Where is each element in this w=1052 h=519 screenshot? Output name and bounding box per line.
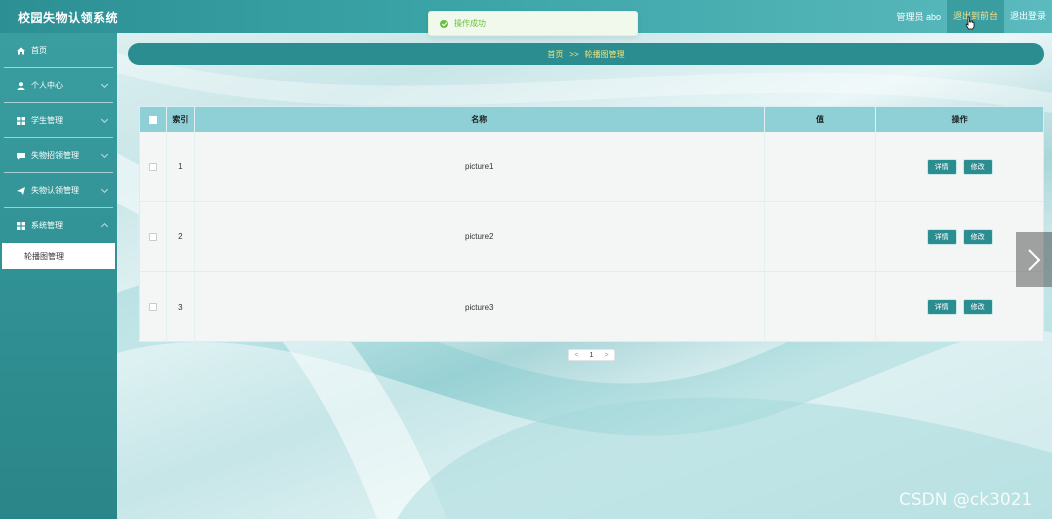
row-checkbox[interactable]: [148, 162, 157, 171]
header-index: 索引: [167, 107, 195, 132]
header-value: 值: [765, 107, 877, 132]
pagination: < 1 >: [568, 349, 615, 361]
edit-button[interactable]: 修改: [962, 228, 993, 245]
page-number[interactable]: 1: [584, 350, 599, 360]
table-header: 索引 名称 值 操作: [140, 107, 1043, 132]
sidebar-item-label: 失物招领管理: [31, 151, 79, 160]
sidebar-subitem-carousel-management[interactable]: 轮播图管理: [2, 243, 115, 269]
breadcrumb: 首页 >> 轮播图管理: [128, 43, 1044, 65]
next-page-button[interactable]: >: [599, 350, 614, 360]
breadcrumb-home[interactable]: 首页: [547, 49, 563, 60]
row-value: [765, 202, 877, 271]
grid-icon: [17, 221, 25, 230]
watermark: CSDN @ck3021: [899, 490, 1033, 510]
row-index: 3: [167, 272, 195, 342]
table-row: 1 picture1 详情 修改: [140, 132, 1043, 202]
header-name: 名称: [195, 107, 765, 132]
send-icon: [17, 186, 25, 195]
success-toast: 操作成功: [428, 11, 638, 36]
sidebar-item-student-management[interactable]: 学生管理: [0, 103, 117, 138]
row-checkbox[interactable]: [148, 232, 157, 241]
sidebar-item-lost-found-management[interactable]: 失物招领管理: [0, 138, 117, 173]
scroll-right-button[interactable]: [1016, 232, 1052, 287]
grid-icon: [17, 116, 25, 125]
table-row: 2 picture2 详情 修改: [140, 202, 1043, 272]
sidebar-item-home[interactable]: 首页: [0, 33, 117, 68]
row-index: 2: [167, 202, 195, 271]
table-row: 3 picture3 详情 修改: [140, 272, 1043, 342]
detail-button[interactable]: 详情: [926, 158, 957, 175]
chevron-down-icon: [100, 115, 109, 124]
row-checkbox[interactable]: [148, 303, 157, 311]
breadcrumb-current: 轮播图管理: [584, 49, 625, 59]
chevron-down-icon: [100, 185, 109, 194]
sidebar-item-label: 个人中心: [31, 81, 63, 90]
row-name: picture1: [195, 132, 765, 201]
app-title: 校园失物认领系统: [18, 11, 119, 25]
row-name: picture2: [195, 202, 765, 271]
breadcrumb-separator: >>: [569, 49, 579, 59]
chevron-down-icon: [100, 80, 109, 89]
detail-button[interactable]: 详情: [926, 228, 957, 245]
row-checkbox-cell: [140, 202, 167, 271]
prev-page-button[interactable]: <: [569, 350, 584, 360]
row-checkbox-cell: [140, 132, 167, 201]
detail-button[interactable]: 详情: [926, 299, 957, 315]
sidebar-item-label: 首页: [31, 46, 47, 55]
row-index: 1: [167, 132, 195, 201]
toast-message: 操作成功: [454, 19, 486, 28]
sidebar-item-system-management[interactable]: 系统管理: [0, 208, 117, 243]
row-checkbox-cell: [140, 272, 167, 342]
home-icon: [17, 47, 25, 55]
sidebar-item-personal-center[interactable]: 个人中心: [0, 68, 117, 103]
success-check-icon: [440, 19, 448, 28]
header-ops: 操作: [951, 115, 968, 124]
chevron-up-icon: [100, 222, 109, 231]
row-ops: 详情 修改: [876, 132, 1043, 201]
sidebar-item-label: 失物认领管理: [31, 186, 79, 195]
edit-button[interactable]: 修改: [962, 299, 993, 315]
edit-button[interactable]: 修改: [962, 158, 993, 175]
logout-link[interactable]: 退出登录: [1004, 0, 1052, 33]
row-name: picture3: [195, 272, 765, 342]
sidebar: 首页 个人中心 学生管理 失物招领管理 失物认领管理 系统管理 轮播图管理: [0, 33, 117, 519]
sidebar-item-label: 系统管理: [31, 221, 63, 230]
exit-to-frontend-link[interactable]: 退出到前台: [946, 0, 1004, 33]
select-all-checkbox[interactable]: [148, 115, 157, 124]
sidebar-item-label: 学生管理: [31, 116, 63, 125]
chat-icon: [17, 152, 25, 160]
row-value: [765, 132, 877, 201]
chevron-down-icon: [100, 150, 109, 159]
admin-label: 管理员 abo: [896, 12, 941, 22]
user-icon: [17, 81, 25, 90]
carousel-table: 索引 名称 值 操作 1 picture1 详情 修改 2 picture2 详…: [139, 106, 1044, 342]
hand-cursor-icon: [965, 16, 975, 30]
row-value: [765, 272, 877, 342]
sidebar-item-claim-management[interactable]: 失物认领管理: [0, 173, 117, 208]
chevron-right-icon: [1028, 248, 1041, 271]
header-checkbox-cell: [140, 107, 167, 132]
